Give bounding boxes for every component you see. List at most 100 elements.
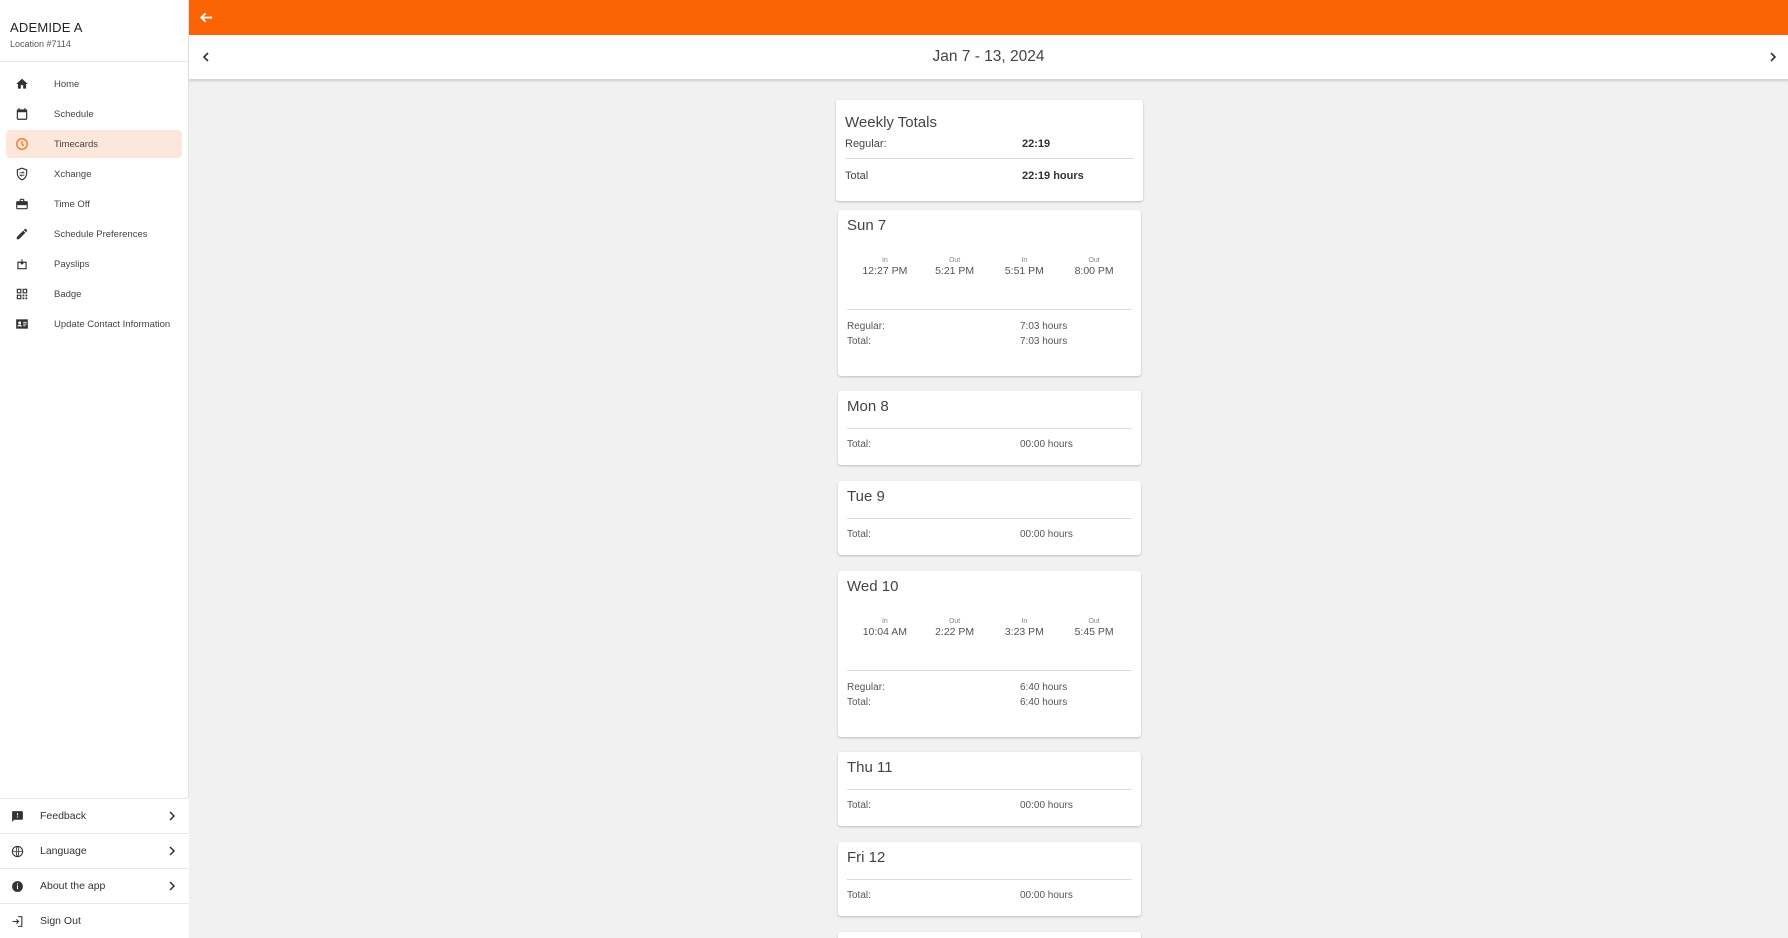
punch-type: In bbox=[1021, 618, 1028, 625]
divider bbox=[847, 518, 1132, 519]
day-total-value: 00:00 hours bbox=[1020, 439, 1073, 450]
day-regular-label: Regular: bbox=[847, 321, 885, 332]
day-total-label: Total: bbox=[847, 529, 871, 540]
divider bbox=[847, 670, 1132, 671]
day-total-value: 7:03 hours bbox=[1020, 336, 1068, 347]
day-card-sun-7[interactable]: Sun 7 In 12:27 PM Out 5:21 PM In 5:51 PM… bbox=[838, 210, 1141, 376]
sidebar: ADEMIDE A Location #7114 Home Schedule T… bbox=[0, 0, 189, 938]
week-range-title: Jan 7 - 13, 2024 bbox=[932, 48, 1045, 65]
day-regular-value: 7:03 hours bbox=[1020, 321, 1068, 332]
weekly-regular-value: 22:19 bbox=[1022, 138, 1051, 150]
weekly-total-row: Total 22:19 hours bbox=[845, 170, 1134, 182]
sidebar-bottom-menu: Feedback Language About the app Sign Out bbox=[0, 798, 189, 938]
day-total-label: Total: bbox=[847, 800, 871, 811]
sidebar-item-time-off[interactable]: Time Off bbox=[6, 190, 182, 218]
sidebar-item-schedule-preferences[interactable]: Schedule Preferences bbox=[6, 220, 182, 248]
punch-entry: In 10:04 AM bbox=[855, 618, 915, 638]
day-card-fri-12[interactable]: Fri 12 Total: 00:00 hours bbox=[838, 842, 1141, 916]
sidebar-item-xchange[interactable]: Xchange bbox=[6, 160, 182, 188]
chevron-right-icon bbox=[169, 881, 176, 891]
sidebar-item-label: Payslips bbox=[54, 258, 90, 270]
pencil-icon bbox=[15, 227, 29, 241]
punch-time: 3:23 PM bbox=[1004, 626, 1044, 638]
sign-out-label: Sign Out bbox=[40, 915, 81, 927]
contact-card-icon bbox=[15, 317, 29, 331]
about-app-label: About the app bbox=[40, 880, 106, 892]
back-arrow-icon[interactable] bbox=[199, 10, 214, 25]
day-total-row: Total: 00:00 hours bbox=[847, 439, 1132, 454]
day-total-value: 00:00 hours bbox=[1020, 890, 1073, 901]
punch-type: Out bbox=[1088, 618, 1100, 625]
day-regular-row: Regular: 7:03 hours bbox=[847, 321, 1132, 336]
day-card-mon-8[interactable]: Mon 8 Total: 00:00 hours bbox=[838, 391, 1141, 465]
user-info: ADEMIDE A Location #7114 bbox=[0, 0, 188, 62]
about-app-menu-item[interactable]: About the app bbox=[0, 868, 189, 903]
sidebar-item-label: Schedule Preferences bbox=[54, 228, 148, 240]
chevron-right-icon bbox=[169, 846, 176, 856]
language-label: Language bbox=[40, 845, 87, 857]
divider bbox=[847, 879, 1132, 880]
language-menu-item[interactable]: Language bbox=[0, 833, 189, 868]
day-total-row: Total: 00:00 hours bbox=[847, 800, 1132, 815]
day-title: Fri 12 bbox=[847, 849, 886, 866]
sidebar-item-timecards[interactable]: Timecards bbox=[6, 130, 182, 158]
punch-list: In 12:27 PM Out 5:21 PM In 5:51 PM Out 8… bbox=[847, 257, 1132, 277]
divider bbox=[847, 789, 1132, 790]
sidebar-item-schedule[interactable]: Schedule bbox=[6, 100, 182, 128]
sidebar-item-label: Schedule bbox=[54, 108, 94, 120]
sidebar-item-home[interactable]: Home bbox=[6, 70, 182, 98]
punch-time: 12:27 PM bbox=[862, 265, 908, 277]
punch-entry: In 3:23 PM bbox=[994, 618, 1054, 638]
timecard-list: Weekly Totals Regular: 22:19 Total 22:19… bbox=[836, 100, 1143, 938]
sidebar-item-payslips[interactable]: Payslips bbox=[6, 250, 182, 278]
weekly-totals-card: Weekly Totals Regular: 22:19 Total 22:19… bbox=[836, 100, 1143, 201]
day-card-tue-9[interactable]: Tue 9 Total: 00:00 hours bbox=[838, 481, 1141, 555]
day-title: Thu 11 bbox=[847, 759, 893, 776]
weekly-totals-title: Weekly Totals bbox=[845, 114, 937, 131]
day-regular-label: Regular: bbox=[847, 682, 885, 693]
day-regular-value: 6:40 hours bbox=[1020, 682, 1068, 693]
sign-out-icon bbox=[11, 915, 24, 928]
clock-icon bbox=[15, 137, 29, 151]
day-title: Sun 7 bbox=[847, 217, 887, 234]
day-regular-row: Regular: 6:40 hours bbox=[847, 682, 1132, 697]
qr-code-icon bbox=[15, 287, 29, 301]
day-card-thu-11[interactable]: Thu 11 Total: 00:00 hours bbox=[838, 752, 1141, 826]
sidebar-item-label: Xchange bbox=[54, 168, 92, 180]
week-navigation: Jan 7 - 13, 2024 bbox=[189, 35, 1788, 81]
user-location: Location #7114 bbox=[10, 39, 71, 49]
feedback-label: Feedback bbox=[40, 810, 87, 822]
punch-type: Out bbox=[948, 618, 961, 625]
punch-type: In bbox=[881, 618, 888, 625]
weekly-regular-label: Regular: bbox=[845, 138, 887, 150]
next-week-chevron-icon[interactable] bbox=[1768, 50, 1778, 64]
sidebar-item-label: Update Contact Information bbox=[54, 318, 171, 330]
sidebar-item-label: Home bbox=[54, 78, 80, 90]
divider bbox=[845, 158, 1134, 159]
briefcase-icon bbox=[15, 197, 29, 211]
day-total-row: Total: 00:00 hours bbox=[847, 890, 1132, 905]
punch-type: In bbox=[881, 257, 888, 264]
day-total-label: Total: bbox=[847, 890, 871, 901]
punch-type: Out bbox=[1088, 257, 1100, 264]
feedback-menu-item[interactable]: Feedback bbox=[0, 798, 189, 833]
punch-entry: Out 2:22 PM bbox=[925, 618, 985, 638]
sidebar-item-update-contact-information[interactable]: Update Contact Information bbox=[6, 310, 182, 338]
calendar-icon bbox=[15, 107, 29, 121]
sidebar-item-badge[interactable]: Badge bbox=[6, 280, 182, 308]
day-card-sat-13[interactable] bbox=[838, 932, 1141, 938]
day-total-value: 00:00 hours bbox=[1020, 800, 1073, 811]
punch-type: In bbox=[1021, 257, 1028, 264]
sign-out-menu-item[interactable]: Sign Out bbox=[0, 903, 189, 938]
sidebar-item-label: Timecards bbox=[54, 138, 98, 150]
punch-time: 8:00 PM bbox=[1074, 265, 1114, 277]
divider bbox=[847, 309, 1132, 310]
punch-time: 5:51 PM bbox=[1004, 265, 1044, 277]
punch-entry: Out 8:00 PM bbox=[1064, 257, 1124, 277]
punch-entry: In 12:27 PM bbox=[855, 257, 915, 277]
app-header bbox=[189, 0, 1788, 35]
home-icon bbox=[15, 77, 29, 91]
payslip-icon bbox=[15, 257, 29, 271]
day-total-value: 6:40 hours bbox=[1020, 697, 1068, 708]
day-card-wed-10[interactable]: Wed 10 In 10:04 AM Out 2:22 PM In 3:23 P… bbox=[838, 571, 1141, 737]
